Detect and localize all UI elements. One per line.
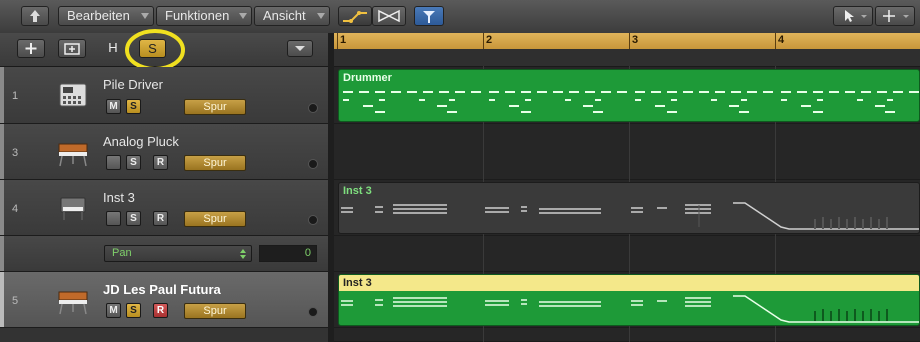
track-name[interactable]: JD Les Paul Futura — [103, 282, 221, 297]
automation-parameter-label: Pan — [112, 247, 132, 259]
solo-button[interactable]: S — [126, 303, 141, 318]
catch-button[interactable] — [414, 6, 444, 26]
automation-parameter-select[interactable]: Pan — [104, 245, 252, 262]
automation-toggle-button[interactable] — [338, 6, 372, 26]
pointer-tool-menu[interactable] — [833, 6, 873, 26]
region-inst-3-selected[interactable]: Inst 3 — [338, 274, 920, 326]
catch-playhead-icon — [423, 11, 435, 23]
track-color-stripe — [0, 236, 4, 271]
track-number: 5 — [12, 295, 19, 307]
activity-indicator — [308, 159, 318, 169]
new-folder-button[interactable] — [58, 39, 86, 58]
track-number: 1 — [12, 90, 19, 102]
track-name[interactable]: Inst 3 — [103, 190, 135, 205]
flex-button[interactable] — [372, 6, 406, 26]
activity-indicator — [308, 307, 318, 317]
marker-lane[interactable] — [334, 49, 920, 67]
up-arrow-icon — [30, 10, 40, 22]
mute-button[interactable]: M — [106, 99, 121, 114]
record-enable-button[interactable]: R — [153, 303, 168, 318]
crosshair-icon — [883, 10, 909, 22]
bar-number: 2 — [486, 34, 493, 46]
track-color-stripe — [0, 67, 4, 123]
lane-automation[interactable] — [334, 236, 920, 272]
menu-bearbeiten[interactable]: Bearbeiten — [58, 6, 154, 26]
automation-value: 0 — [304, 247, 311, 259]
track-number: 3 — [12, 147, 19, 159]
hide-button[interactable]: H — [100, 39, 126, 58]
automation-value-field[interactable]: 0 — [259, 245, 317, 262]
lane-empty — [334, 328, 920, 342]
bar-ruler[interactable]: 1 2 3 4 — [334, 33, 920, 50]
empty-track-area — [0, 328, 328, 342]
bar-tick — [629, 33, 630, 49]
solo-button[interactable]: S — [126, 211, 141, 226]
track-header-jd-les-paul-futura[interactable]: 5 JD Les Paul Futura M S R Spur — [0, 272, 328, 328]
lane-track-3[interactable] — [334, 124, 920, 180]
flex-bowtie-icon — [378, 9, 400, 23]
bar-tick — [483, 33, 484, 49]
track-color-stripe — [0, 272, 4, 327]
solo-button[interactable]: S — [126, 155, 141, 170]
midi-notes — [341, 202, 919, 230]
add-track-button[interactable] — [17, 39, 45, 58]
chevron-down-icon — [141, 13, 149, 19]
synth-keyboard-icon — [58, 291, 88, 315]
region-name: Drummer — [343, 72, 392, 84]
bar-tick — [337, 33, 338, 49]
track-protect-button[interactable]: Spur — [184, 211, 246, 227]
activity-indicator — [308, 215, 318, 225]
drum-pattern — [343, 91, 919, 113]
track-protect-button[interactable]: Spur — [184, 99, 246, 115]
synth-keyboard-icon — [58, 143, 88, 167]
bar-number: 3 — [632, 34, 639, 46]
menu-label: Funktionen — [165, 8, 230, 23]
plus-icon — [25, 43, 37, 54]
mute-button[interactable] — [106, 155, 121, 170]
track-color-stripe — [0, 124, 4, 179]
midi-notes — [341, 295, 919, 323]
track-protect-button[interactable]: Spur — [184, 155, 246, 171]
region-header-bar — [339, 275, 919, 291]
bar-tick — [775, 33, 776, 49]
region-name: Inst 3 — [343, 185, 372, 197]
track-header-pile-driver[interactable]: 1 Pile Driver M S Spur — [0, 67, 328, 124]
chevron-down-icon — [317, 13, 325, 19]
track-color-stripe — [0, 180, 4, 235]
region-drummer[interactable]: Drummer — [338, 69, 920, 122]
chevron-down-icon — [295, 46, 305, 51]
pointer-arrow-icon — [845, 10, 867, 22]
chevron-down-icon — [239, 13, 247, 19]
region-name: Inst 3 — [343, 277, 372, 289]
menu-funktionen[interactable]: Funktionen — [156, 6, 252, 26]
back-up-button[interactable] — [21, 6, 49, 26]
piano-icon — [60, 197, 86, 220]
track-header-analog-pluck[interactable]: 3 Analog Pluck S R Spur — [0, 124, 328, 180]
secondary-tool-menu[interactable] — [875, 6, 915, 26]
track-number: 4 — [12, 203, 19, 215]
record-enable-button[interactable]: R — [153, 155, 168, 170]
track-name[interactable]: Analog Pluck — [103, 134, 179, 149]
menu-label: Bearbeiten — [67, 8, 130, 23]
bar-number: 1 — [340, 34, 347, 46]
track-header-inst-3[interactable]: 4 Inst 3 S R Spur — [0, 180, 328, 236]
mute-button[interactable]: M — [106, 303, 121, 318]
updown-arrows-icon — [240, 249, 246, 259]
solo-button[interactable]: S — [126, 99, 141, 114]
menu-label: Ansicht — [263, 8, 306, 23]
drum-machine-icon — [59, 83, 87, 107]
bar-number: 4 — [778, 34, 785, 46]
automation-curve-icon — [343, 11, 367, 23]
menu-ansicht[interactable]: Ansicht — [254, 6, 330, 26]
folder-plus-icon — [64, 43, 80, 55]
track-protect-button[interactable]: Spur — [184, 303, 246, 319]
automation-lane-header[interactable]: Pan 0 — [0, 236, 328, 272]
activity-indicator — [308, 103, 318, 113]
mute-button[interactable] — [106, 211, 121, 226]
record-enable-button[interactable]: R — [153, 211, 168, 226]
track-name[interactable]: Pile Driver — [103, 77, 163, 92]
region-inst-3-muted[interactable]: Inst 3 — [338, 182, 920, 234]
track-options-dropdown[interactable] — [287, 40, 313, 57]
